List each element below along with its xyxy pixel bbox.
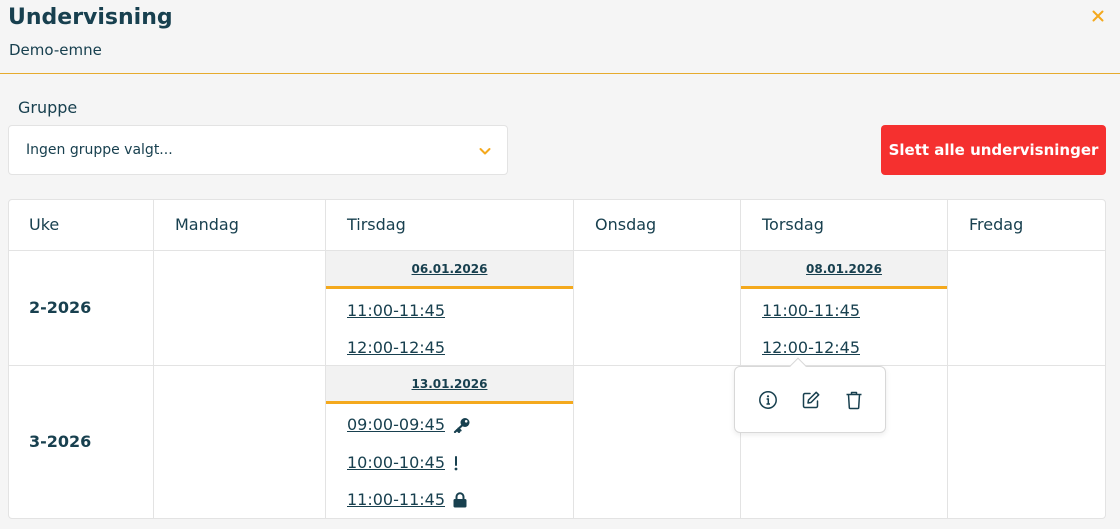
delete-all-button[interactable]: Slett alle undervisninger — [881, 125, 1106, 175]
lock-icon — [453, 491, 467, 508]
column-divider — [153, 200, 154, 518]
day-cell-tuesday: 06.01.2026 11:00-11:45 12:00-12:45 — [326, 251, 573, 365]
page-title: Undervisning — [8, 5, 173, 30]
time-slot: 11:00-11:45 — [347, 490, 467, 509]
time-slot: 12:00-12:45 — [762, 338, 860, 357]
key-icon — [453, 417, 471, 433]
group-label: Gruppe — [18, 98, 78, 117]
time-slot-link[interactable]: 09:00-09:45 — [347, 415, 445, 434]
time-slot-link[interactable]: 12:00-12:45 — [762, 338, 860, 357]
chevron-down-icon — [477, 143, 493, 159]
time-slot-link[interactable]: 11:00-11:45 — [762, 301, 860, 320]
delete-icon[interactable] — [843, 389, 865, 411]
time-slot: 10:00-10:45 — [347, 453, 459, 472]
time-slot: 11:00-11:45 — [762, 301, 860, 320]
exclamation-icon — [453, 455, 459, 471]
week-label: 3-2026 — [29, 432, 92, 451]
page-subtitle: Demo-emne — [9, 41, 102, 59]
time-slot-link[interactable]: 11:00-11:45 — [347, 490, 445, 509]
column-divider — [573, 200, 574, 518]
column-header-friday: Fredag — [969, 215, 1024, 234]
time-slot-link[interactable]: 10:00-10:45 — [347, 453, 445, 472]
date-header: 08.01.2026 — [741, 251, 947, 289]
date-header: 06.01.2026 — [326, 251, 573, 289]
time-slot: 09:00-09:45 — [347, 415, 471, 434]
day-cell-thursday: 08.01.2026 11:00-11:45 12:00-12:45 — [741, 251, 947, 365]
slot-actions-popover — [734, 357, 886, 433]
time-slot: 12:00-12:45 — [347, 338, 445, 357]
edit-icon[interactable] — [800, 389, 822, 411]
column-header-monday: Mandag — [175, 215, 239, 234]
close-icon[interactable] — [1088, 6, 1108, 26]
time-slot-link[interactable]: 11:00-11:45 — [347, 301, 445, 320]
date-link[interactable]: 06.01.2026 — [412, 262, 488, 276]
date-header: 13.01.2026 — [326, 366, 573, 404]
info-icon[interactable] — [757, 389, 779, 411]
column-header-week: Uke — [29, 215, 60, 234]
group-select[interactable]: Ingen gruppe valgt... — [8, 125, 508, 175]
week-label: 2-2026 — [29, 298, 92, 317]
column-header-tuesday: Tirsdag — [347, 215, 406, 234]
column-header-thursday: Torsdag — [762, 215, 824, 234]
time-slot-link[interactable]: 12:00-12:45 — [347, 338, 445, 357]
column-header-wednesday: Onsdag — [595, 215, 657, 234]
time-slot: 11:00-11:45 — [347, 301, 445, 320]
column-divider — [947, 200, 948, 518]
group-select-value: Ingen gruppe valgt... — [26, 142, 173, 158]
schedule-table: Uke Mandag Tirsdag Onsdag Torsdag Fredag… — [8, 199, 1106, 519]
day-cell-tuesday: 13.01.2026 09:00-09:45 10:00-10:45 11:00… — [326, 366, 573, 518]
modal-header: Undervisning Demo-emne — [0, 0, 1120, 74]
date-link[interactable]: 08.01.2026 — [806, 262, 882, 276]
date-link[interactable]: 13.01.2026 — [412, 377, 488, 391]
